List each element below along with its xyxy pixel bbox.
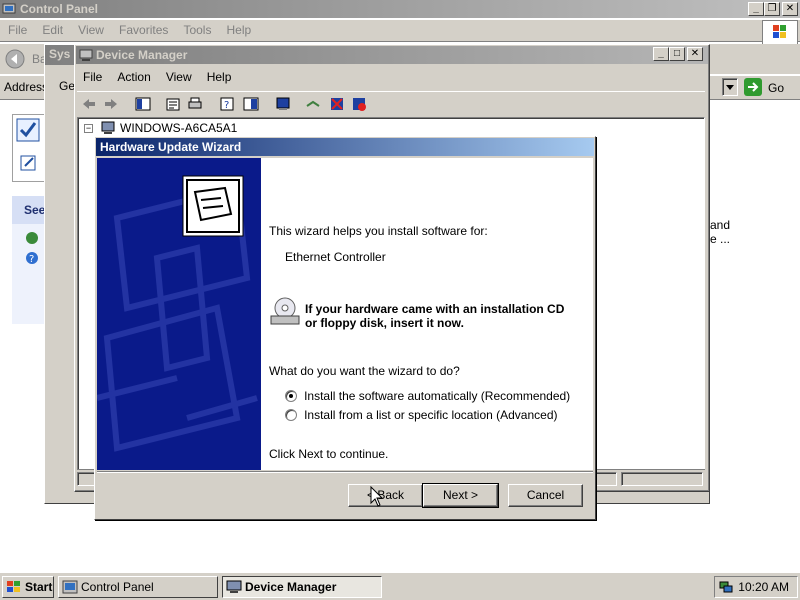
- control-panel-close-button[interactable]: ✕: [782, 2, 798, 16]
- tree-root-label[interactable]: WINDOWS-A6CA5A1: [120, 121, 237, 135]
- dm-show-hide-tree-icon[interactable]: [135, 96, 151, 112]
- taskbar: Start Control Panel Device Manager 10:20…: [0, 572, 800, 600]
- svg-text:?: ?: [29, 254, 34, 265]
- dm-disable-icon[interactable]: [351, 96, 367, 112]
- wizard-sidebar-graphic: [97, 158, 261, 470]
- wizard-cd-hint: If your hardware came with an installati…: [305, 302, 565, 330]
- dm-menu-action[interactable]: Action: [111, 67, 156, 87]
- cp-partial-text-1: and: [710, 218, 731, 232]
- computer-icon: [101, 121, 115, 134]
- start-button[interactable]: Start: [2, 576, 54, 598]
- control-panel-task-icon: [62, 580, 78, 594]
- address-label: Address: [4, 80, 49, 94]
- next-button[interactable]: Next >: [422, 483, 499, 508]
- option-install-automatic[interactable]: Install the software automatically (Reco…: [285, 389, 570, 403]
- start-windows-icon: [7, 581, 20, 592]
- control-panel-menubar: File Edit View Favorites Tools Help: [0, 20, 800, 42]
- hardware-box-icon: [182, 175, 244, 237]
- wizard-question: What do you want the wizard to do?: [269, 364, 460, 378]
- tree-collapse-toggle[interactable]: −: [84, 124, 93, 133]
- radio-automatic[interactable]: [285, 390, 297, 402]
- dm-scan-hardware-icon[interactable]: [275, 96, 291, 112]
- control-panel-minimize-button[interactable]: _: [748, 2, 764, 16]
- taskbar-device-manager[interactable]: Device Manager: [222, 576, 382, 598]
- cp-see-also-header: See: [12, 196, 46, 224]
- taskbar-control-panel[interactable]: Control Panel: [58, 576, 218, 598]
- windows-logo-icon: [762, 20, 798, 46]
- wizard-device-name: Ethernet Controller: [285, 250, 386, 264]
- cp-menu-help[interactable]: Help: [221, 20, 258, 40]
- mouse-cursor-icon: [370, 486, 384, 507]
- network-tray-icon[interactable]: [719, 580, 733, 594]
- device-manager-icon: [79, 48, 93, 65]
- cp-menu-edit[interactable]: Edit: [36, 20, 69, 40]
- dm-forward-icon[interactable]: [103, 96, 119, 112]
- wizard-continue-text: Click Next to continue.: [269, 447, 389, 461]
- cp-menu-tools[interactable]: Tools: [177, 20, 217, 40]
- cd-drive-icon: [270, 297, 300, 325]
- device-manager-title: Device Manager: [96, 48, 188, 62]
- wizard-intro-text: This wizard helps you install software f…: [269, 224, 488, 238]
- cp-help-icon: ?: [26, 232, 38, 265]
- go-arrow-icon[interactable]: [744, 78, 764, 98]
- wizard-content-pane: This wizard helps you install software f…: [261, 158, 593, 470]
- cp-task-panel: [12, 114, 46, 182]
- dm-uninstall-icon[interactable]: [329, 96, 345, 112]
- wizard-titlebar[interactable]: Hardware Update Wizard: [96, 138, 594, 156]
- system-properties-tab[interactable]: Ge: [59, 79, 75, 93]
- wizard-separator: [97, 471, 593, 473]
- dm-menu-help[interactable]: Help: [201, 67, 238, 87]
- control-panel-app-icon: [2, 1, 16, 15]
- cp-see-also-list: ?: [12, 224, 46, 324]
- hardware-update-wizard: Hardware Update Wizard This wizard helps…: [94, 136, 596, 520]
- option-install-from-list[interactable]: Install from a list or specific location…: [285, 408, 558, 422]
- dm-properties-icon[interactable]: [165, 96, 181, 112]
- cp-menu-view[interactable]: View: [72, 20, 110, 40]
- device-manager-task-icon: [226, 580, 242, 593]
- dm-print-icon[interactable]: [187, 96, 203, 112]
- dm-menu-file[interactable]: File: [77, 67, 108, 87]
- dm-help-icon[interactable]: ?: [219, 96, 235, 112]
- cp-partial-text-2: e ...: [710, 232, 731, 246]
- dm-view-icon[interactable]: [243, 96, 259, 112]
- control-panel-restore-button[interactable]: ❐: [764, 2, 780, 16]
- dm-close-button[interactable]: ✕: [687, 47, 703, 61]
- cp-menu-file[interactable]: File: [2, 20, 33, 40]
- device-manager-menubar: File Action View Help: [77, 67, 705, 89]
- go-button[interactable]: Go: [768, 81, 784, 95]
- radio-from-list[interactable]: [285, 409, 297, 421]
- back-icon[interactable]: [4, 48, 28, 70]
- device-manager-titlebar[interactable]: Device Manager: [76, 46, 708, 64]
- system-tray: 10:20 AM: [714, 576, 798, 598]
- clock[interactable]: 10:20 AM: [738, 580, 789, 594]
- cp-menu-favorites[interactable]: Favorites: [113, 20, 174, 40]
- cp-pencil-icon: [20, 155, 36, 171]
- back-button[interactable]: < Back: [348, 484, 423, 507]
- dm-back-icon[interactable]: [81, 96, 97, 112]
- option-from-list-label[interactable]: Install from a list or specific location…: [304, 408, 557, 422]
- address-dropdown-button[interactable]: [722, 78, 738, 96]
- dm-status-panel-2: [621, 472, 703, 486]
- dm-minimize-button[interactable]: _: [653, 47, 669, 61]
- dm-toolbar: ?: [77, 91, 705, 115]
- control-panel-titlebar[interactable]: Control Panel: [0, 0, 800, 18]
- option-automatic-label[interactable]: Install the software automatically (Reco…: [304, 389, 570, 403]
- control-panel-title: Control Panel: [20, 2, 99, 16]
- svg-text:?: ?: [224, 100, 229, 111]
- dm-update-driver-icon[interactable]: [305, 96, 321, 112]
- cancel-button[interactable]: Cancel: [508, 484, 583, 507]
- dm-menu-view[interactable]: View: [160, 67, 198, 87]
- dm-maximize-button[interactable]: □: [669, 47, 685, 61]
- wizard-title: Hardware Update Wizard: [100, 140, 242, 154]
- control-panel-check-icon: [16, 118, 40, 142]
